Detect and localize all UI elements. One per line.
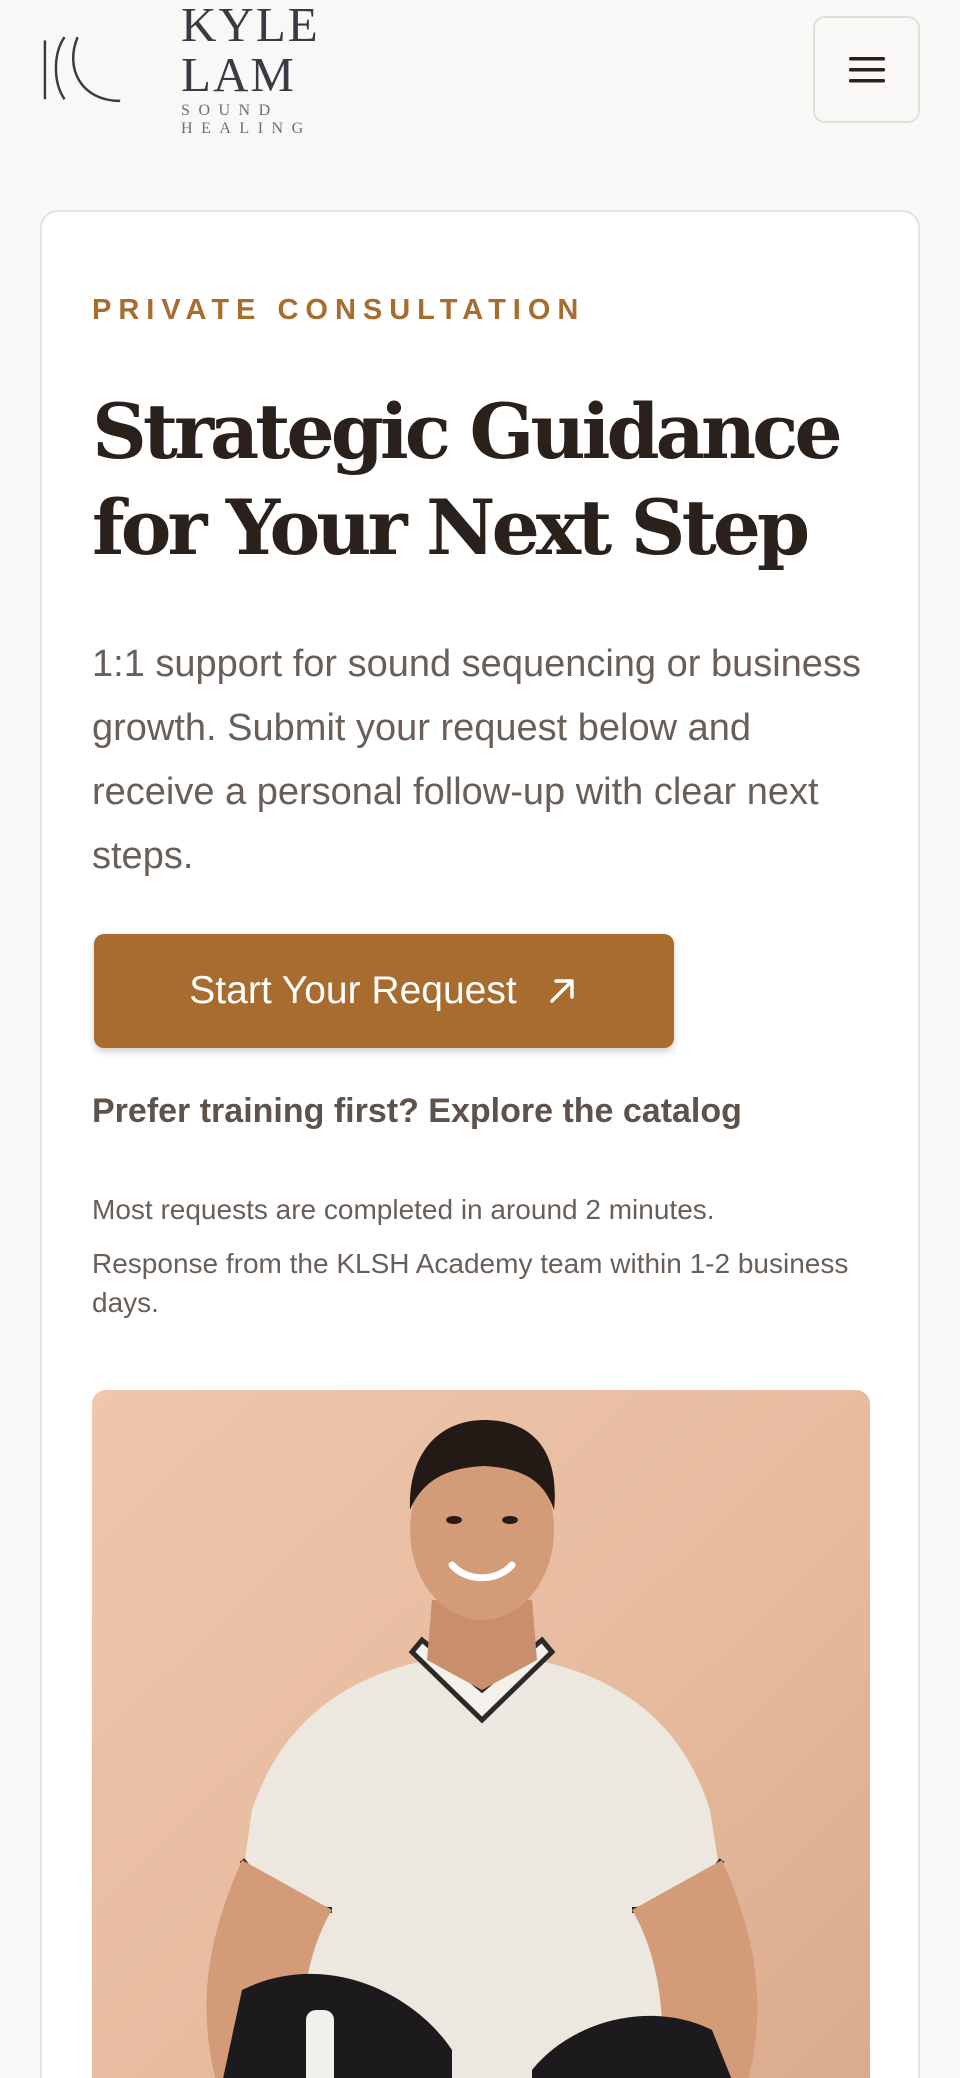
consultation-card: PRIVATE CONSULTATION Strategic Guidance … [40, 210, 920, 2078]
logo[interactable]: KYLE LAM SOUND HEALING [40, 0, 400, 137]
logo-text: KYLE LAM SOUND HEALING [181, 0, 400, 138]
portrait-photo [92, 1390, 870, 2078]
hero-description: 1:1 support for sound sequencing or busi… [92, 643, 861, 877]
response-time-note: Response from the KLSH Academy team with… [92, 1248, 849, 1318]
explore-catalog-link[interactable]: Prefer training first? Explore the catal… [92, 1092, 742, 1131]
logo-mark-icon [43, 36, 121, 103]
start-request-button[interactable]: Start Your Request [94, 934, 674, 1048]
menu-button[interactable] [813, 16, 920, 123]
completion-time-note: Most requests are completed in around 2 … [92, 1194, 715, 1225]
start-request-label: Start Your Request [189, 969, 517, 1012]
eyebrow-label: PRIVATE CONSULTATION [92, 294, 586, 326]
site-header: KYLE LAM SOUND HEALING [0, 0, 960, 140]
portrait-image [92, 1390, 870, 2078]
page-title: Strategic Guidance for Your Next Step [92, 387, 843, 572]
arrow-up-right-icon [549, 979, 574, 1003]
logo-tagline: SOUND HEALING [181, 102, 312, 137]
hamburger-menu-icon [848, 56, 885, 82]
logo-name: KYLE LAM [181, 0, 320, 102]
